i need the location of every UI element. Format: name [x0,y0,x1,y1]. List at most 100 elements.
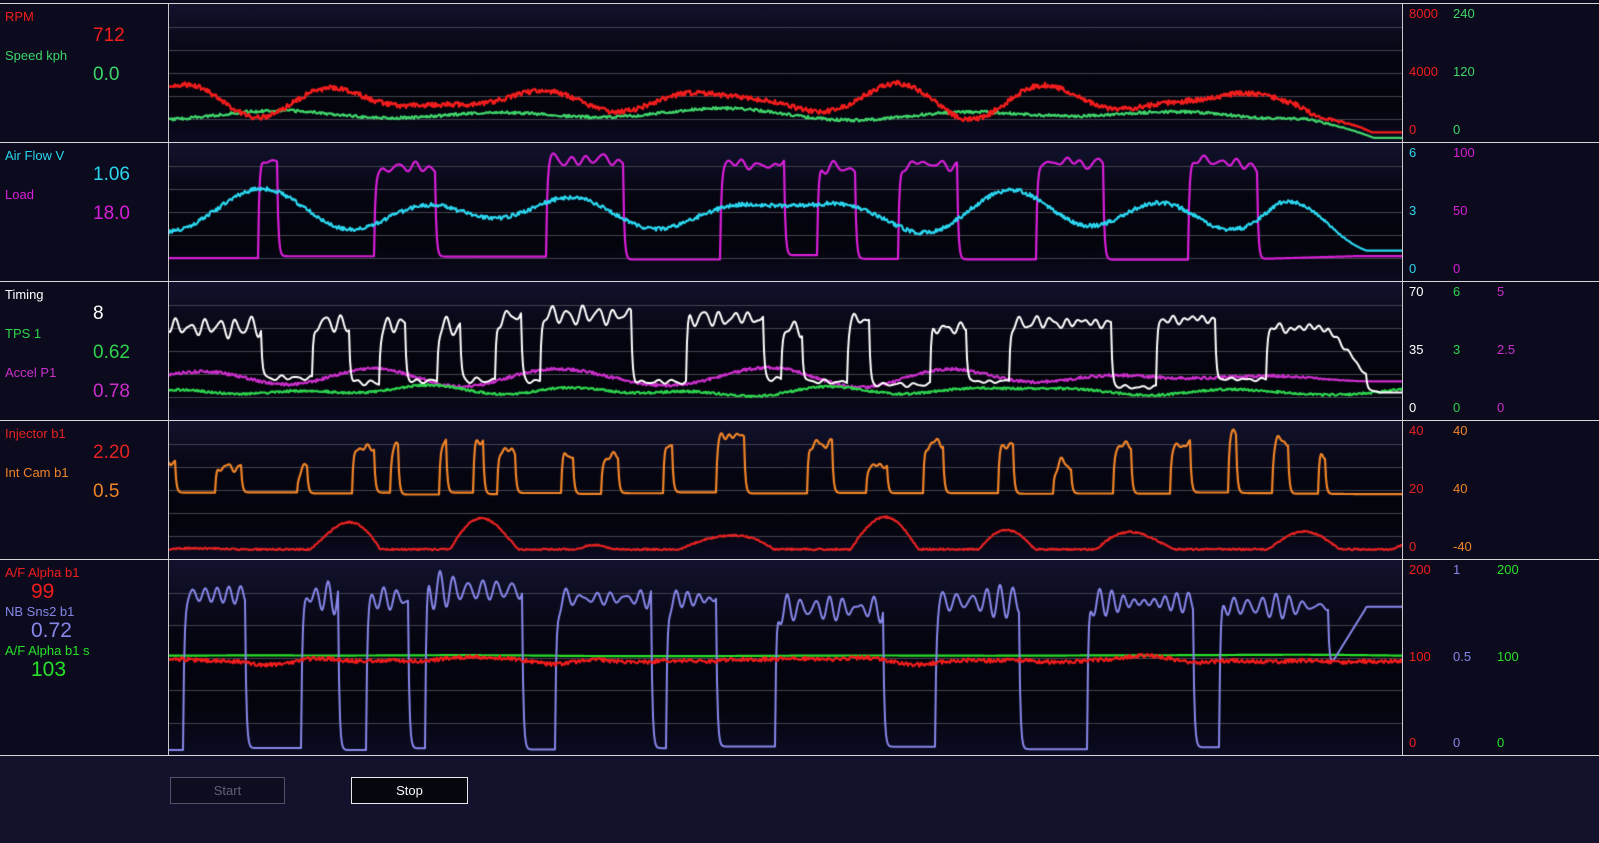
axis-column: 40 40 -40 [1453,424,1497,554]
panel-labels: RPM 712 Speed kph 0.0 [0,4,168,142]
axis-tick: 0 [1497,735,1505,750]
axis-tick: 70 [1409,284,1424,299]
axis-column: 100 50 0 [1453,146,1497,276]
axis-tick: 100 [1453,145,1475,160]
panel-rpm-speed: RPM 712 Speed kph 0.0 8000 4000 0 240 120 0 [0,3,1599,142]
axis-tick: 0.5 [1453,648,1472,664]
axis-tick: 1 [1453,562,1461,577]
series-label: Load [5,187,34,202]
axis-tick: 40 [1453,423,1468,438]
axis-column: 5 2.5 0 [1497,285,1541,415]
panel-labels: Injector b1 2.20 Int Cam b1 0.5 [0,421,168,559]
axis-tick: 0 [1453,735,1461,750]
axis-tick: 35 [1409,342,1424,357]
axis-tick: 40 [1409,423,1424,438]
axis-column: 200 100 0 [1409,563,1453,750]
stop-button[interactable]: Stop [351,777,468,804]
series-label: Int Cam b1 [5,465,69,480]
chart-panels: RPM 712 Speed kph 0.0 8000 4000 0 240 120 0 Air Fl… [0,3,1599,756]
chart-canvas [169,421,1402,559]
axis-tick: 120 [1453,64,1475,79]
axis-tick: 8000 [1409,6,1438,21]
chart-area [168,143,1403,281]
axis-ticks: 8000 4000 0 240 120 0 [1403,4,1599,142]
series-value: 8 [93,303,104,324]
panel-labels: A/F Alpha b1 99 NB Sns2 b1 0.72 A/F Alpha b1… [0,560,168,755]
axis-column: 6 3 0 [1409,146,1453,276]
axis-tick: 5 [1497,284,1505,299]
axis-tick: 0 [1497,400,1505,415]
series-label: A/F Alpha b1 [5,565,80,580]
series-value: 1.06 [93,164,130,185]
axis-tick: 0 [1453,261,1461,276]
series-label: Air Flow V [5,148,65,163]
series-label: Timing [5,287,44,302]
axis-tick: 200 [1497,562,1519,577]
series-value: 0.72 [31,619,72,642]
series-value: 0.62 [93,342,130,363]
axis-column: 1 0.5 0 [1453,563,1497,750]
axis-ticks: 200 100 0 1 0.5 0 200 100 0 [1403,560,1599,755]
control-bar: Start Stop [0,756,1599,843]
axis-tick: 0 [1453,400,1461,415]
diagnostic-logger-app: RPM 712 Speed kph 0.0 8000 4000 0 240 120 0 Air Fl… [0,0,1599,843]
series-value: 99 [31,580,55,603]
axis-tick: 50 [1453,203,1468,218]
axis-column: 200 100 0 [1497,563,1541,750]
axis-tick: 6 [1453,284,1461,299]
series-value: 18.0 [93,203,130,224]
panel-injector-intcam: Injector b1 2.20 Int Cam b1 0.5 40 20 0 40 40 -40 [0,420,1599,559]
chart-canvas [169,560,1402,755]
axis-tick: 0 [1409,735,1417,750]
series-label: RPM [5,9,34,24]
axis-tick: 0 [1409,400,1417,415]
axis-tick: 40 [1453,481,1468,496]
series-value: 0.78 [93,381,130,402]
panel-airflow-load: Air Flow V 1.06 Load 18.0 6 3 0 100 50 0 [0,142,1599,281]
chart-area [168,560,1403,755]
axis-tick: 0 [1453,122,1461,137]
series-value: 0.5 [93,481,120,502]
axis-tick: 4000 [1409,64,1438,79]
series-label: Accel P1 [5,365,57,380]
axis-column: 70 35 0 [1409,285,1453,415]
axis-column: 6 3 0 [1453,285,1497,415]
axis-tick: 2.5 [1497,342,1516,357]
series-label: TPS 1 [5,326,42,341]
chart-canvas [169,4,1402,142]
axis-ticks: 40 20 0 40 40 -40 [1403,421,1599,559]
series-value: 2.20 [93,442,130,463]
series-label: Speed kph [5,48,68,63]
axis-tick: 20 [1409,481,1424,496]
axis-tick: 0 [1409,261,1417,276]
chart-canvas [169,143,1402,281]
axis-ticks: 70 35 0 6 3 0 5 2.5 0 [1403,282,1599,420]
panel-labels: Timing 8 TPS 1 0.62 Accel P1 0.78 [0,282,168,420]
start-button[interactable]: Start [170,777,285,804]
panel-afr-alpha: A/F Alpha b1 99 NB Sns2 b1 0.72 A/F Alpha b1… [0,559,1599,755]
axis-tick: 3 [1409,203,1417,218]
axis-tick: 240 [1453,6,1475,21]
chart-area [168,4,1403,142]
axis-tick: -40 [1453,539,1472,554]
axis-tick: 0 [1409,122,1417,137]
series-value: 712 [93,25,125,46]
chart-area [168,282,1403,420]
series-label: A/F Alpha b1 s [5,643,90,658]
axis-tick: 100 [1409,648,1431,664]
axis-tick: 100 [1497,648,1519,664]
axis-tick: 0 [1409,539,1417,554]
series-value: 0.0 [93,64,120,85]
panel-timing-tps-accel: Timing 8 TPS 1 0.62 Accel P1 0.78 70 35 0 6 3 0 5 2.5… [0,281,1599,420]
series-label: NB Sns2 b1 [5,604,75,619]
chart-canvas [169,282,1402,420]
axis-tick: 6 [1409,145,1417,160]
series-label: Injector b1 [5,426,66,441]
panel-labels: Air Flow V 1.06 Load 18.0 [0,143,168,281]
series-value: 103 [31,658,67,681]
axis-column: 40 20 0 [1409,424,1453,554]
axis-tick: 3 [1453,342,1461,357]
axis-ticks: 6 3 0 100 50 0 [1403,143,1599,281]
axis-tick: 200 [1409,562,1431,577]
chart-area [168,421,1403,559]
